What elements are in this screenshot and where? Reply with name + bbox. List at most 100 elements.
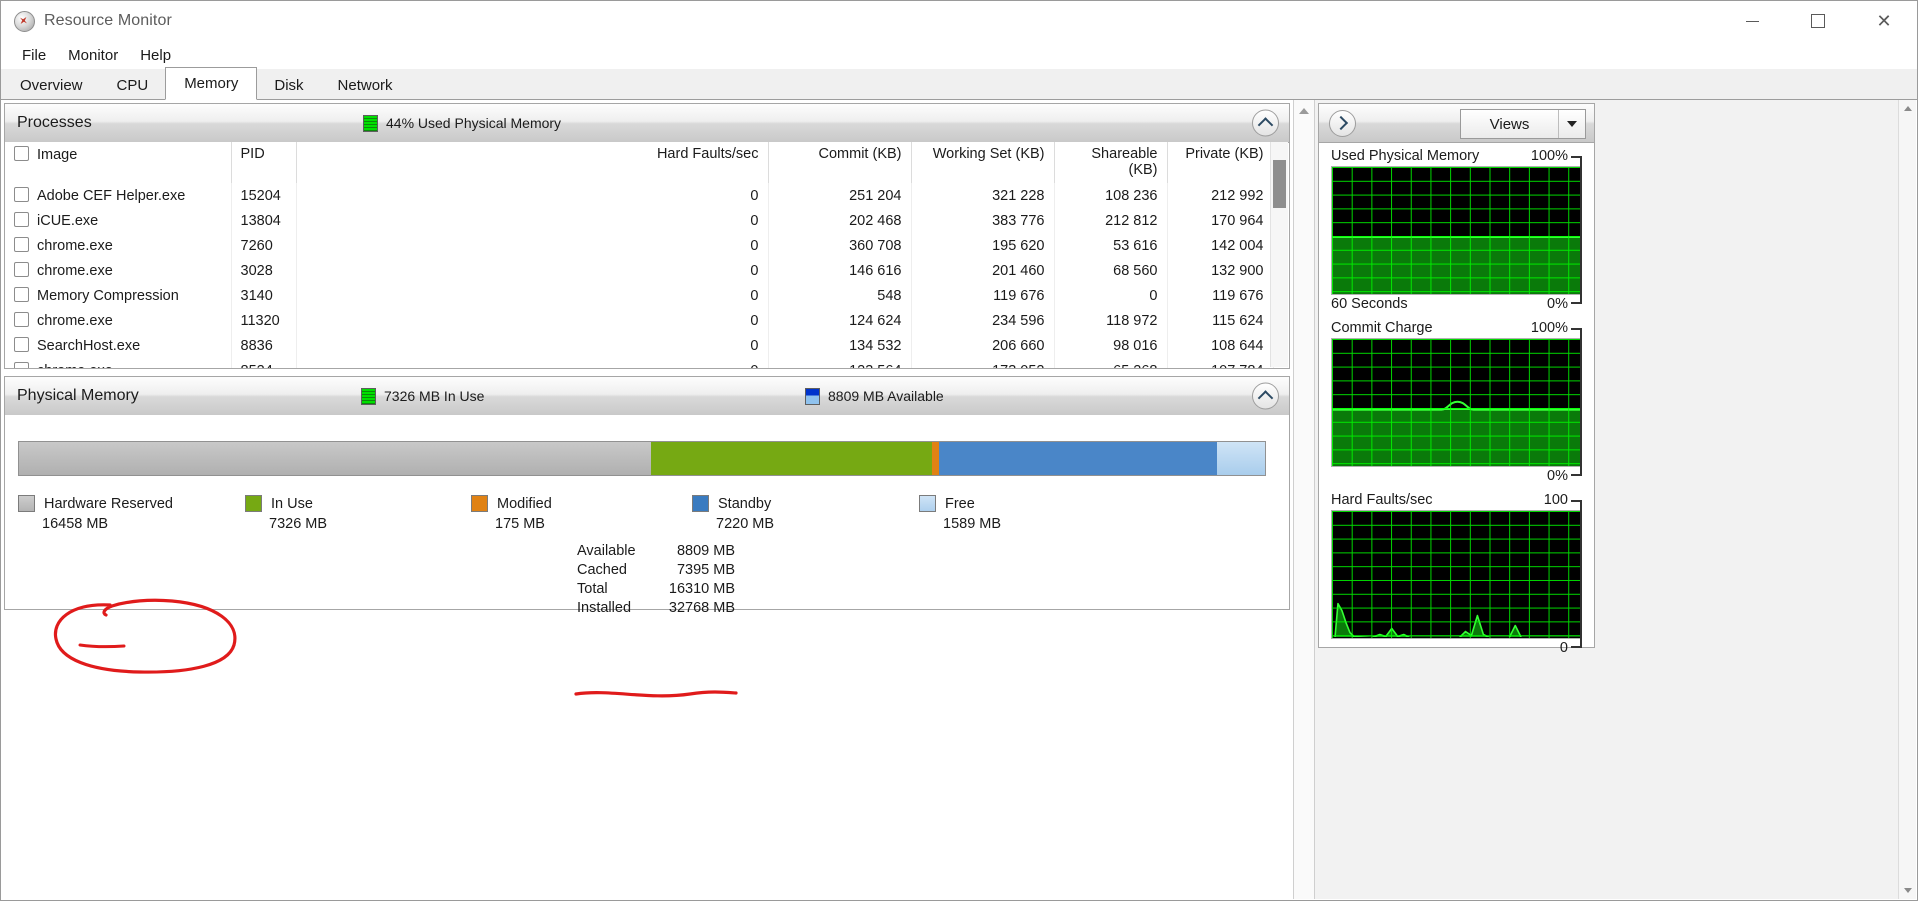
table-row[interactable]: Adobe CEF Helper.exe 15204 0 251 204 321… (5, 183, 1274, 208)
green-swatch-icon (361, 387, 376, 405)
table-row[interactable]: Memory Compression 3140 0 548 119 676 0 … (5, 283, 1274, 308)
menu-file[interactable]: File (11, 44, 57, 67)
table-row[interactable]: chrome.exe 11320 0 124 624 234 596 118 9… (5, 308, 1274, 333)
graph-min-label: 0% (1547, 468, 1568, 484)
legend-value: 16458 MB (42, 516, 109, 532)
column-header-private[interactable]: Private (KB) (1167, 142, 1274, 183)
processes-scrollbar[interactable] (1270, 142, 1288, 367)
tab-network[interactable]: Network (321, 71, 410, 100)
cell-hard-faults: 0 (296, 233, 769, 258)
table-row[interactable]: chrome.exe 3028 0 146 616 201 460 68 560… (5, 258, 1274, 283)
column-header-working-set[interactable]: Working Set (KB) (911, 142, 1055, 183)
row-checkbox[interactable] (14, 287, 29, 302)
cell-pid: 11320 (231, 308, 297, 333)
cell-working-set: 201 460 (911, 258, 1055, 283)
physical-memory-collapse-button[interactable] (1252, 382, 1279, 410)
graph-max-label: 100% (1530, 148, 1568, 164)
legend-label: Modified (497, 495, 552, 512)
cell-hard-faults: 0 (296, 208, 769, 233)
maximize-button[interactable] (1785, 1, 1851, 41)
left-pane: Processes 44% Used Physical Memory Image… (2, 100, 1293, 899)
cell-hard-faults: 0 (296, 358, 769, 368)
graph-title: Hard Faults/sec (1331, 492, 1433, 508)
cell-image: chrome.exe (5, 233, 232, 258)
row-checkbox[interactable] (14, 212, 29, 227)
graphs-pane-scrollbar[interactable] (1898, 100, 1916, 899)
processes-scrollbar-thumb[interactable] (1273, 160, 1286, 208)
cell-working-set: 119 676 (911, 283, 1055, 308)
caret-down-icon[interactable] (1558, 110, 1585, 138)
cell-pid: 3028 (231, 258, 297, 283)
physical-memory-header[interactable]: Physical Memory 7326 MB In Use 8809 MB A… (5, 377, 1289, 416)
graph-gridlines (1332, 339, 1581, 466)
title-bar: Resource Monitor ✕ (1, 1, 1917, 41)
row-checkbox[interactable] (14, 337, 29, 352)
row-checkbox[interactable] (14, 262, 29, 277)
cell-image: chrome.exe (5, 358, 232, 368)
tab-memory[interactable]: Memory (165, 67, 258, 100)
minimize-button[interactable] (1719, 1, 1785, 41)
column-header-pid[interactable]: PID (231, 142, 297, 183)
tab-cpu[interactable]: CPU (100, 71, 166, 100)
scroll-up-arrow-icon[interactable] (1899, 100, 1916, 117)
cell-commit: 124 624 (768, 308, 912, 333)
memory-bar-free (1217, 442, 1265, 475)
cell-shareable: 212 812 (1054, 208, 1168, 233)
maximize-icon (1811, 14, 1825, 28)
table-row[interactable]: SearchHost.exe 8836 0 134 532 206 660 98… (5, 333, 1274, 358)
column-header-hard-faults[interactable]: Hard Faults/sec (296, 142, 769, 183)
select-all-checkbox[interactable] (14, 146, 29, 161)
window-title: Resource Monitor (44, 12, 172, 29)
table-row[interactable]: iCUE.exe 13804 0 202 468 383 776 212 812… (5, 208, 1274, 233)
graph-gridlines (1332, 167, 1581, 294)
column-header-shareable[interactable]: Shareable (KB) (1054, 142, 1168, 183)
summary-row-available: Available 8809 MB (577, 543, 735, 559)
processes-collapse-button[interactable] (1252, 109, 1279, 137)
processes-table-scroll: Image PID Hard Faults/sec Commit (KB) Wo… (5, 142, 1289, 368)
annotation-underline-path (574, 690, 738, 698)
row-checkbox[interactable] (14, 362, 29, 368)
tab-bar: Overview CPU Memory Disk Network (1, 67, 1917, 100)
summary-row-total: Total 16310 MB (577, 581, 735, 597)
cell-private: 212 992 (1167, 183, 1274, 208)
row-checkbox[interactable] (14, 187, 29, 202)
processes-header[interactable]: Processes 44% Used Physical Memory (5, 104, 1289, 143)
memory-summary: Available 8809 MB Cached 7395 MB Total 1631… (577, 543, 735, 619)
summary-key: Total (577, 581, 608, 597)
table-header-row: Image PID Hard Faults/sec Commit (KB) Wo… (5, 142, 1274, 183)
menu-monitor[interactable]: Monitor (57, 44, 129, 67)
column-header-image[interactable]: Image (5, 142, 232, 183)
row-checkbox[interactable] (14, 312, 29, 327)
column-label-image: Image (37, 147, 78, 163)
cell-private: 108 644 (1167, 333, 1274, 358)
cell-hard-faults: 0 (296, 283, 769, 308)
legend-value: 7326 MB (269, 516, 328, 532)
expand-pane-button[interactable] (1329, 109, 1356, 137)
cell-working-set: 195 620 (911, 233, 1055, 258)
graph-min-label: 0 (1559, 640, 1568, 656)
table-row[interactable]: chrome.exe 8524 0 123 564 173 052 65 268… (5, 358, 1274, 368)
resource-monitor-icon (14, 10, 35, 32)
tab-overview[interactable]: Overview (3, 71, 100, 100)
cell-private: 107 784 (1167, 358, 1274, 368)
close-button[interactable]: ✕ (1851, 1, 1917, 41)
views-label: Views (1489, 115, 1530, 133)
column-header-commit[interactable]: Commit (KB) (768, 142, 912, 183)
views-button[interactable]: Views (1460, 109, 1586, 139)
graph-plot-area (1331, 510, 1582, 639)
tab-disk[interactable]: Disk (257, 71, 320, 100)
pane-splitter[interactable] (1293, 100, 1315, 899)
graph-commit-charge: Commit Charge 100% 0% (1331, 320, 1582, 484)
annotation-underline-installed (574, 690, 738, 698)
row-checkbox[interactable] (14, 237, 29, 252)
cell-private: 119 676 (1167, 283, 1274, 308)
scroll-down-arrow-icon[interactable] (1899, 882, 1916, 899)
splitter-up-arrow-icon[interactable] (1299, 108, 1309, 114)
table-row[interactable]: chrome.exe 7260 0 360 708 195 620 53 616… (5, 233, 1274, 258)
summary-row-installed: Installed 32768 MB (577, 600, 735, 616)
cell-private: 170 964 (1167, 208, 1274, 233)
menu-help[interactable]: Help (129, 44, 182, 67)
cell-commit: 360 708 (768, 233, 912, 258)
cell-image: Adobe CEF Helper.exe (5, 183, 232, 208)
cell-working-set: 321 228 (911, 183, 1055, 208)
